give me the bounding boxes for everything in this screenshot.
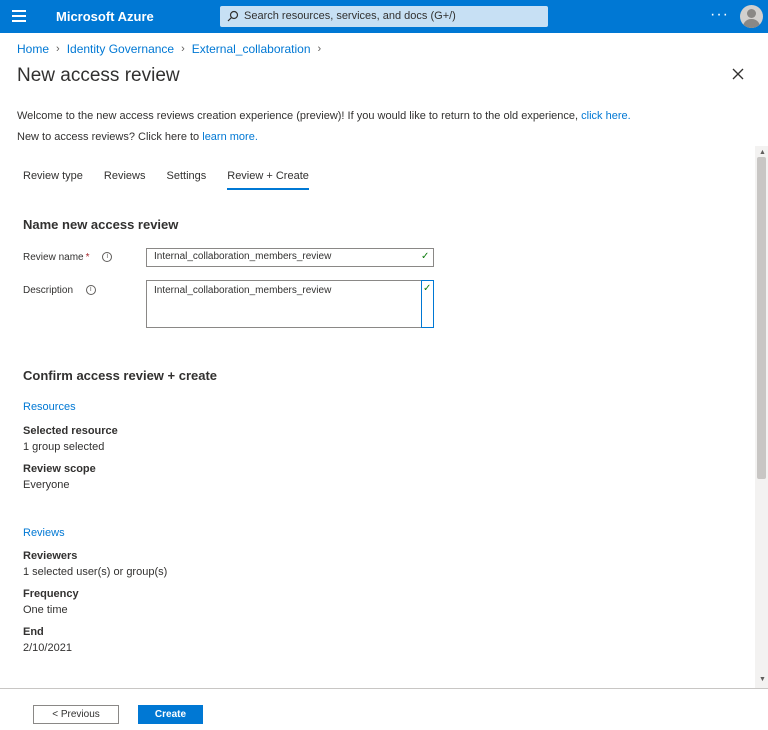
selected-resource-label: Selected resource — [23, 425, 118, 437]
create-button[interactable]: Create — [138, 705, 203, 724]
footer-divider — [0, 688, 768, 689]
end-value: 2/10/2021 — [23, 642, 72, 654]
welcome-text: Welcome to the new access reviews creati… — [17, 110, 579, 122]
frequency-label: Frequency — [23, 588, 79, 600]
scrollbar-thumb[interactable] — [757, 157, 766, 479]
old-experience-link[interactable]: click here. — [581, 110, 631, 122]
tab-review-type[interactable]: Review type — [23, 170, 83, 190]
info-icon[interactable]: i — [85, 285, 96, 296]
tab-bar: Review type Reviews Settings Review + Cr… — [23, 170, 330, 190]
more-icon[interactable]: ··· — [710, 6, 729, 24]
frequency-value: One time — [23, 604, 68, 616]
search-icon — [227, 10, 239, 22]
info-icon[interactable]: i — [102, 252, 113, 263]
review-name-field[interactable]: Internal_collaboration_members_review — [146, 248, 434, 267]
review-name-label-text: Review name — [23, 252, 84, 263]
breadcrumb: Home › Identity Governance › External_co… — [17, 42, 328, 56]
breadcrumb-external-collaboration[interactable]: External_collaboration — [192, 42, 311, 56]
selected-resource-value: 1 group selected — [23, 441, 105, 453]
name-section-heading: Name new access review — [23, 217, 179, 232]
reviewers-label: Reviewers — [23, 550, 78, 562]
confirm-section-heading: Confirm access review + create — [23, 368, 218, 383]
scroll-up-icon[interactable]: ▲ — [759, 149, 766, 156]
previous-button[interactable]: < Previous — [33, 705, 119, 724]
checkmark-icon: ✓ — [421, 251, 430, 262]
description-field[interactable]: Internal_collaboration_members_review — [146, 280, 434, 328]
reviews-link[interactable]: Reviews — [23, 527, 65, 539]
menu-icon[interactable] — [12, 10, 26, 22]
page-title: New access review — [17, 65, 180, 86]
resources-link[interactable]: Resources — [23, 401, 76, 413]
tab-settings[interactable]: Settings — [167, 170, 207, 190]
required-mark: * — [85, 252, 90, 263]
description-label: Description i — [23, 285, 96, 296]
breadcrumb-identity-governance[interactable]: Identity Governance — [67, 42, 174, 56]
welcome-message: Welcome to the new access reviews creati… — [17, 110, 631, 122]
top-bar: Microsoft Azure Search resources, servic… — [0, 0, 768, 33]
avatar[interactable] — [740, 5, 763, 28]
search-input[interactable]: Search resources, services, and docs (G+… — [220, 6, 548, 27]
review-scope-label: Review scope — [23, 463, 96, 475]
new-text: New to access reviews? Click here to — [17, 131, 200, 143]
breadcrumb-home[interactable]: Home — [17, 42, 49, 56]
close-icon[interactable] — [731, 67, 745, 81]
review-scope-value: Everyone — [23, 479, 70, 491]
brand-title[interactable]: Microsoft Azure — [56, 9, 154, 24]
tab-reviews[interactable]: Reviews — [104, 170, 146, 190]
chevron-right-icon: › — [181, 43, 185, 55]
chevron-right-icon: › — [317, 43, 322, 55]
end-label: End — [23, 626, 44, 638]
search-placeholder: Search resources, services, and docs (G+… — [244, 10, 456, 22]
chevron-right-icon: › — [56, 43, 60, 55]
scroll-down-icon[interactable]: ▼ — [759, 676, 766, 683]
description-label-text: Description — [23, 285, 74, 296]
learn-more-link[interactable]: learn more. — [202, 131, 258, 143]
checkmark-icon: ✓ — [423, 283, 432, 294]
reviewers-value: 1 selected user(s) or group(s) — [23, 566, 168, 578]
tab-review-create[interactable]: Review + Create — [227, 170, 309, 190]
learn-more-message: New to access reviews? Click here to lea… — [17, 131, 258, 143]
review-name-label: Review name * i — [23, 252, 113, 263]
